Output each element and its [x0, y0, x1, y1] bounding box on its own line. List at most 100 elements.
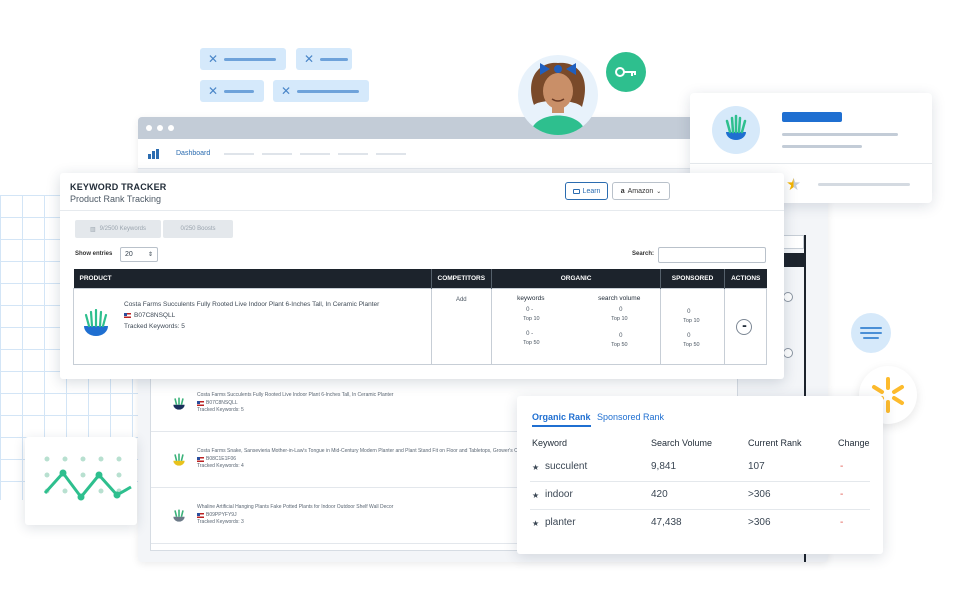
star-icon: ★	[532, 463, 540, 472]
rank-change: -	[840, 489, 844, 500]
line-chart-icon	[43, 456, 132, 501]
keywords-usage-label: 9/2500 Keywords	[99, 226, 147, 232]
learn-label: Learn	[582, 187, 601, 195]
list-icon	[860, 327, 882, 329]
half-star-icon: ★	[786, 175, 802, 194]
current-rank: 107	[748, 461, 765, 472]
video-icon	[572, 188, 580, 194]
row-actions-button[interactable]	[783, 292, 793, 302]
boosts-usage-button[interactable]: 0/250 Boosts	[163, 220, 233, 238]
marketplace-label: Amazon	[627, 187, 654, 195]
row-actions-button[interactable]	[783, 348, 793, 358]
us-flag-icon	[197, 457, 204, 462]
rank-row: ★ succulent 9,841 107 -	[530, 454, 870, 482]
product-asin[interactable]: B07C8NSQLL	[134, 310, 175, 321]
search-volume: 47,438	[651, 517, 682, 528]
col-actions[interactable]: ACTIONS	[724, 269, 767, 288]
product-name: Costa Farms Succulents Fully Rooted Live…	[197, 392, 394, 399]
rank-change: -	[840, 461, 844, 472]
tracked-keywords: Tracked Keywords: 5	[197, 407, 244, 414]
top10-label: Top 10	[611, 315, 628, 322]
page-title: KEYWORD TRACKER	[70, 182, 167, 192]
keyword-tracker-card: KEYWORD TRACKER Product Rank Tracking Le…	[60, 173, 784, 379]
organic-kw-top50: 0 -	[526, 330, 534, 337]
key-badge	[606, 52, 646, 92]
plant-pot-icon	[725, 114, 747, 140]
tab-sponsored-rank[interactable]: Sponsored Rank	[597, 412, 664, 422]
nav-dashboard-link[interactable]: Dashboard	[176, 150, 210, 157]
tag-pill: ✕	[296, 48, 352, 70]
plant-pot-icon	[173, 453, 185, 466]
show-entries-label: Show entries	[75, 251, 113, 257]
search-volume: 9,841	[651, 461, 677, 472]
product-asin: B09PPYFY9J	[206, 511, 237, 518]
organic-volume-header: search volume	[598, 294, 641, 302]
boosts-usage-label: 0/250 Boosts	[180, 226, 216, 232]
top50-label: Top 50	[683, 341, 700, 348]
close-icon: ✕	[208, 52, 219, 66]
learn-button[interactable]: Learn	[565, 182, 608, 200]
keywords-usage-button[interactable]: ▥ 9/2500 Keywords	[75, 220, 161, 238]
rank-row: ★ planter 47,438 >306 -	[530, 510, 870, 538]
top50-label: Top 50	[611, 341, 628, 348]
tracked-keywords: Tracked Keywords: 5	[124, 322, 185, 330]
search-input[interactable]	[658, 247, 766, 263]
search-label: Search:	[632, 251, 655, 257]
tag-pill: ✕	[200, 48, 286, 70]
entries-select[interactable]: 20 ⇕	[120, 247, 158, 262]
person-illustration	[530, 62, 586, 135]
close-icon: ✕	[281, 84, 292, 98]
tracked-keywords: Tracked Keywords: 3	[197, 519, 244, 526]
decorative-chart-card	[25, 437, 137, 525]
keyword-table: PRODUCT COMPETITORS ORGANIC SPONSORED AC…	[73, 269, 768, 365]
list-badge	[851, 313, 891, 353]
us-flag-icon	[124, 312, 131, 318]
organic-vol-top50: 0	[619, 332, 623, 339]
tag-pill: ✕	[200, 80, 264, 102]
keyword: planter	[545, 517, 576, 528]
product-thumb	[712, 106, 760, 154]
current-rank: >306	[748, 517, 771, 528]
star-icon: ★	[532, 519, 540, 528]
tracked-keywords: Tracked Keywords: 4	[197, 463, 244, 470]
rank-card: Organic Rank Sponsored Rank Keyword Sear…	[517, 396, 883, 554]
col-search-volume: Search Volume	[651, 438, 713, 448]
add-competitor-link[interactable]: Add	[456, 297, 467, 303]
col-current-rank: Current Rank	[748, 438, 802, 448]
col-organic[interactable]: ORGANIC	[491, 269, 662, 288]
sort-arrows-icon: ⇕	[147, 252, 153, 258]
us-flag-icon	[197, 513, 204, 518]
top10-label: Top 10	[683, 317, 700, 324]
col-competitors[interactable]: COMPETITORS	[431, 269, 493, 288]
organic-keywords-header: keywords	[517, 294, 545, 302]
us-flag-icon	[197, 401, 204, 406]
chevron-down-icon: ⌄	[656, 188, 662, 195]
sponsored-top10: 0	[687, 308, 691, 315]
row-actions-button[interactable]: •••	[735, 318, 752, 335]
tab-organic-rank[interactable]: Organic Rank	[532, 412, 591, 427]
top10-label: Top 10	[523, 315, 540, 322]
product-asin: B08C1E1F06	[206, 455, 237, 462]
rank-row: ★ indoor 420 >306 -	[530, 482, 870, 510]
product-asin: B07C8NSQLL	[206, 399, 238, 406]
rank-change: -	[840, 517, 844, 528]
close-icon: ✕	[208, 84, 219, 98]
close-icon: ✕	[304, 52, 315, 66]
organic-vol-top10: 0	[619, 306, 623, 313]
current-rank: >306	[748, 489, 771, 500]
col-keyword: Keyword	[532, 438, 568, 448]
col-sponsored[interactable]: SPONSORED	[660, 269, 725, 288]
keyword: succulent	[545, 461, 588, 472]
marketplace-select[interactable]: a Amazon ⌄	[612, 182, 670, 200]
col-product[interactable]: PRODUCT	[73, 269, 432, 288]
page-subtitle: Product Rank Tracking	[70, 194, 162, 204]
top50-label: Top 50	[523, 339, 540, 346]
chart-icon: ▥	[89, 226, 96, 233]
product-name: Costa Farms Succulents Fully Rooted Live…	[124, 300, 380, 308]
col-change: Change	[838, 438, 870, 448]
avatar	[518, 55, 598, 135]
plant-pot-icon	[84, 308, 108, 336]
product-name: Whaline Artificial Hanging Plants Fake P…	[197, 504, 394, 511]
star-icon: ★	[532, 491, 540, 500]
chart-icon	[148, 148, 160, 159]
